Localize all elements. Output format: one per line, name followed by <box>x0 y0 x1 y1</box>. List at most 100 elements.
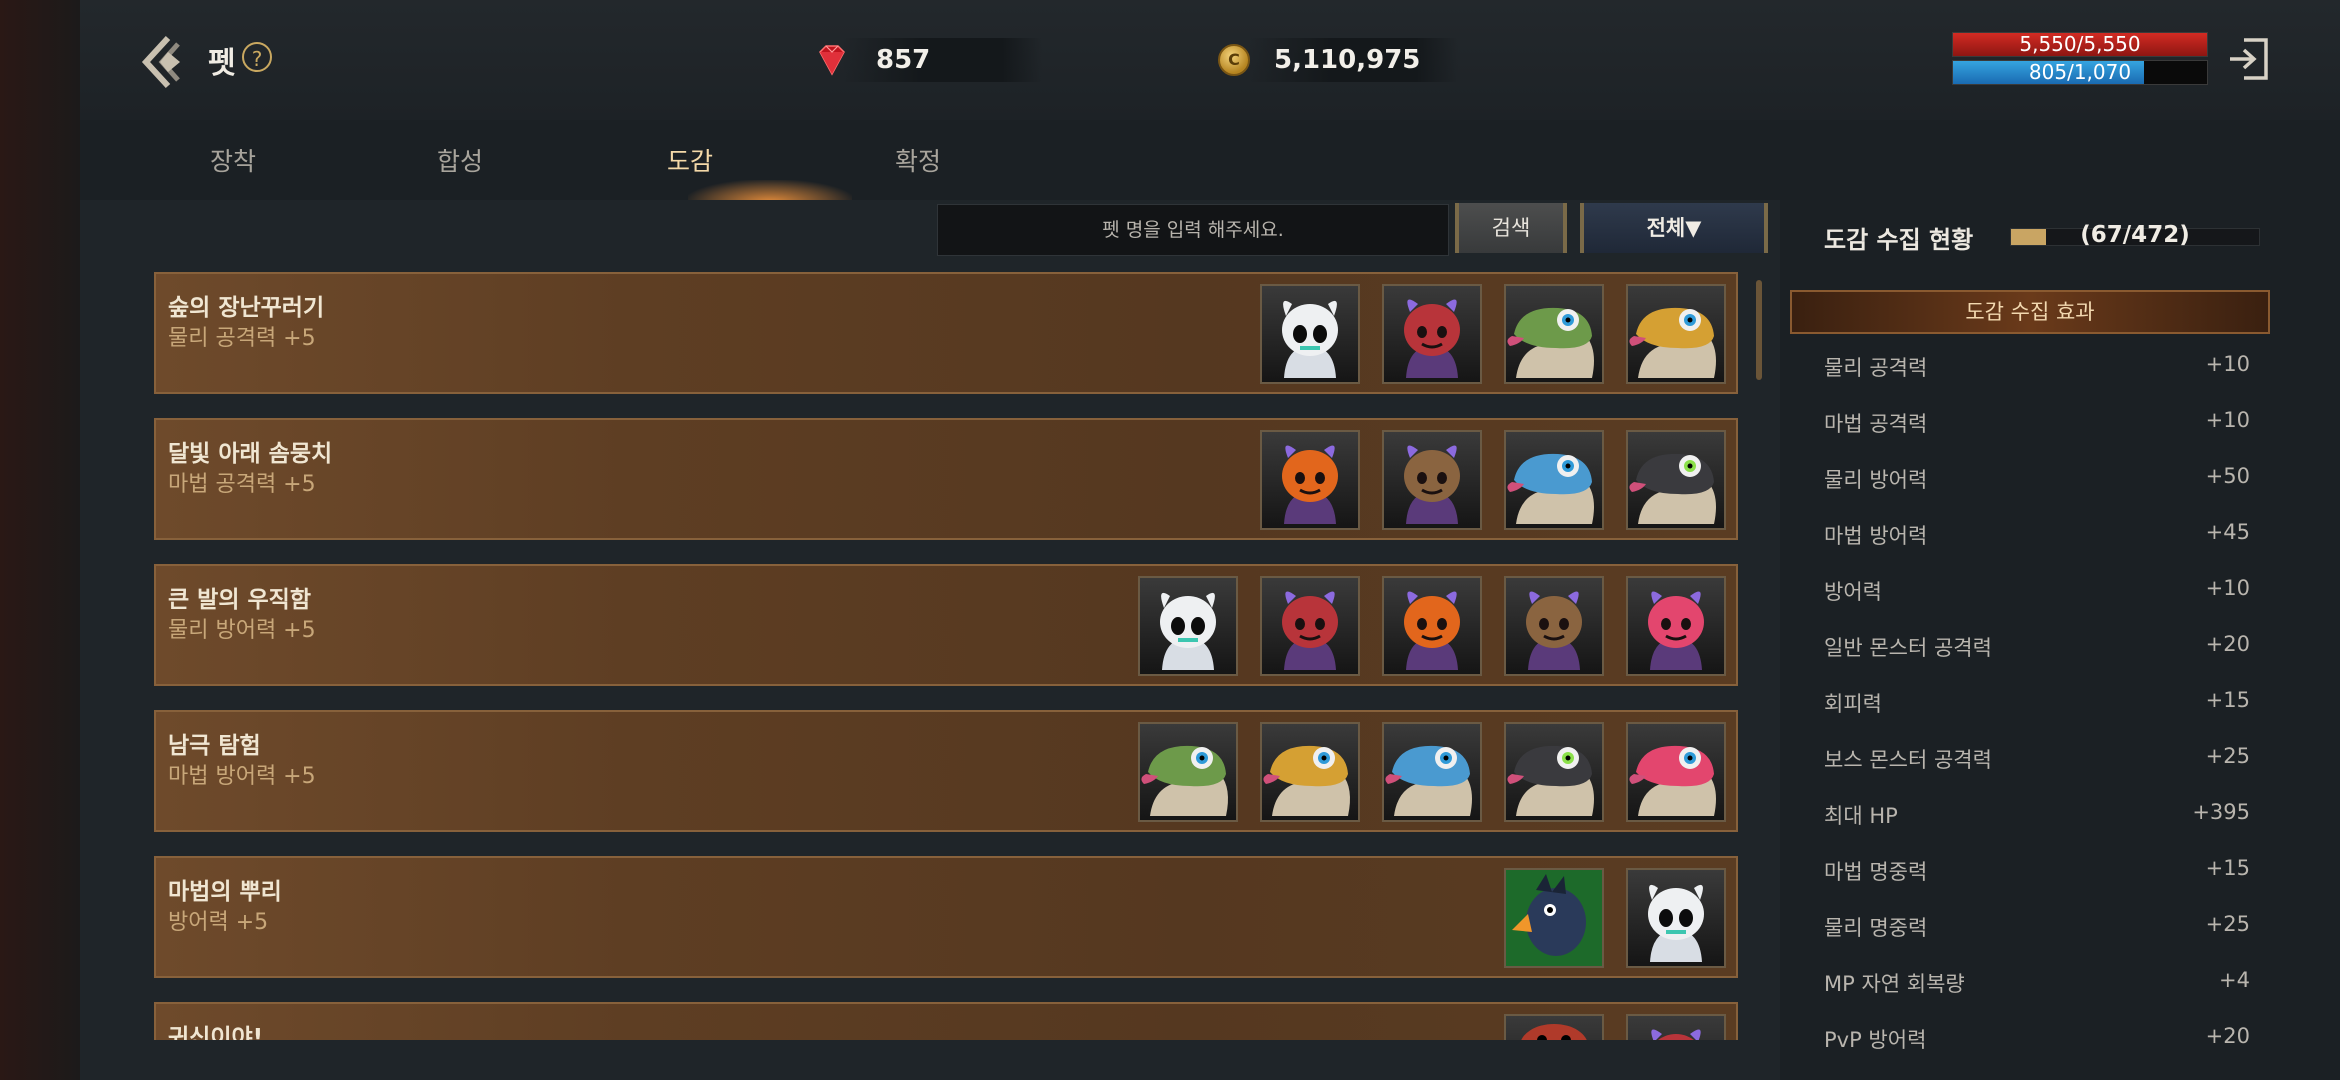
pet-lizard-blue-icon[interactable] <box>1504 430 1604 530</box>
collection-effect-header: 도감 수집 효과 <box>1790 290 2270 334</box>
pet-slot-group <box>1504 868 1726 968</box>
collection-list[interactable]: 숲의 장난꾸러기물리 공격력 +5 달빛 아래 솜뭉치 마법 공격력 +5 큰 발의 … <box>150 272 1740 1040</box>
pet-bird-blue-icon[interactable] <box>1504 868 1604 968</box>
effect-row: 마법 명중력 +15 <box>1824 848 2264 888</box>
pet-skull-white-icon[interactable] <box>1260 284 1360 384</box>
collection-count: (67/472) <box>2080 222 2190 248</box>
active-tab-glow <box>688 180 852 202</box>
tab-collection[interactable]: 도감 <box>590 142 790 178</box>
collection-name: 숲의 장난꾸러기 <box>168 295 325 321</box>
effect-label: 물리 방어력 <box>1824 468 1928 492</box>
page-title: 펫 <box>208 46 236 81</box>
ruby-pill <box>842 38 1042 82</box>
effect-row: 방어력 +10 <box>1824 568 2264 608</box>
effect-label: 마법 방어력 <box>1824 524 1928 548</box>
tab-confirm[interactable]: 확정 <box>818 142 1018 178</box>
collection-card[interactable]: 남극 탐험 마법 방어력 +5 <box>154 710 1738 832</box>
collection-bonus: 물리 방어력 +5 <box>168 618 316 643</box>
effect-label: 물리 명중력 <box>1824 916 1928 940</box>
collection-card[interactable]: 숲의 장난꾸러기물리 공격력 +5 <box>154 272 1738 394</box>
search-button[interactable]: 검색 <box>1455 203 1567 253</box>
pet-devil-plaid-icon[interactable] <box>1626 1014 1726 1040</box>
list-scrollbar[interactable] <box>1756 280 1762 380</box>
effect-row: 물리 명중력 +25 <box>1824 904 2264 944</box>
effect-value: +20 <box>2205 632 2250 656</box>
collection-card[interactable]: 귀신이야! <box>154 1002 1738 1040</box>
effect-row: 물리 공격력 +10 <box>1824 344 2264 384</box>
effect-value: +10 <box>2205 352 2250 376</box>
collection-bonus: 마법 방어력 +5 <box>168 764 316 789</box>
effect-row: PvP 방어력 +20 <box>1824 1016 2264 1056</box>
pet-search-input[interactable] <box>937 204 1449 256</box>
effect-row: 일반 몬스터 공격력 +20 <box>1824 624 2264 664</box>
pet-lizard-dark-icon[interactable] <box>1504 722 1604 822</box>
pet-slot-group <box>1504 1014 1726 1040</box>
collection-bonus: 방어력 +5 <box>168 910 269 935</box>
ruby-gem-icon <box>819 45 845 76</box>
pet-slot-group <box>1260 430 1726 530</box>
pet-skull-white-icon[interactable] <box>1138 576 1238 676</box>
exit-icon[interactable] <box>2228 36 2270 82</box>
collection-name: 달빛 아래 솜뭉치 <box>168 441 333 467</box>
effect-value: +4 <box>2219 968 2250 992</box>
pet-devil-orange-icon[interactable] <box>1382 576 1482 676</box>
collection-card[interactable]: 달빛 아래 솜뭉치 마법 공격력 +5 <box>154 418 1738 540</box>
effect-value: +45 <box>2205 520 2250 544</box>
pet-devil-pink-icon[interactable] <box>1626 576 1726 676</box>
background-left <box>0 0 80 1080</box>
pet-devil-brown-icon[interactable] <box>1504 576 1604 676</box>
filter-dropdown[interactable]: 전체▼ <box>1580 203 1768 253</box>
collection-card[interactable]: 마법의 뿌리 방어력 +5 <box>154 856 1738 978</box>
pet-lizard-blue-icon[interactable] <box>1382 722 1482 822</box>
effect-value: +395 <box>2192 800 2250 824</box>
pet-lizard-yellow-icon[interactable] <box>1626 284 1726 384</box>
pet-devil-plaid-icon[interactable] <box>1260 576 1360 676</box>
pet-crab-red-icon[interactable] <box>1504 1014 1604 1040</box>
collection-name: 귀신이야! <box>168 1025 264 1040</box>
pet-devil-plaid-icon[interactable] <box>1382 284 1482 384</box>
pet-slot-group <box>1138 576 1726 676</box>
hp-text: 5,550/5,550 <box>2019 32 2141 56</box>
effect-row: 마법 방어력 +45 <box>1824 512 2264 552</box>
tab-synthesis[interactable]: 합성 <box>360 142 560 178</box>
back-icon[interactable] <box>140 34 196 90</box>
effect-label: 마법 공격력 <box>1824 412 1928 436</box>
effect-row: 물리 방어력 +50 <box>1824 456 2264 496</box>
mp-bar: 805/1,070 <box>1952 60 2208 85</box>
effect-value: +15 <box>2205 688 2250 712</box>
ruby-currency: 857 <box>812 38 1042 82</box>
effect-label: 방어력 <box>1824 580 1882 604</box>
pet-devil-brown-icon[interactable] <box>1382 430 1482 530</box>
effect-label: 물리 공격력 <box>1824 356 1928 380</box>
collection-status-title: 도감 수집 현황 <box>1824 226 1974 254</box>
effect-label: MP 자연 회복량 <box>1824 972 1965 996</box>
pet-lizard-green-icon[interactable] <box>1138 722 1238 822</box>
mp-text: 805/1,070 <box>2028 60 2132 84</box>
gold-coin-icon: C <box>1218 44 1250 76</box>
effect-label: 최대 HP <box>1824 804 1898 828</box>
tab-equip[interactable]: 장착 <box>133 142 333 178</box>
effect-row: 보스 몬스터 공격력 +25 <box>1824 736 2264 776</box>
effect-value: +25 <box>2205 912 2250 936</box>
effect-label: 보스 몬스터 공격력 <box>1824 748 1992 772</box>
effect-label: 마법 명중력 <box>1824 860 1928 884</box>
effect-value: +10 <box>2205 576 2250 600</box>
effect-row: 회피력 +15 <box>1824 680 2264 720</box>
effect-label: 일반 몬스터 공격력 <box>1824 636 1992 660</box>
collection-bonus: 물리 공격력 +5 <box>168 326 316 351</box>
pet-devil-orange-icon[interactable] <box>1260 430 1360 530</box>
help-icon[interactable]: ? <box>242 42 272 72</box>
ruby-value: 857 <box>876 45 931 75</box>
pet-lizard-dark-icon[interactable] <box>1626 430 1726 530</box>
gold-value: 5,110,975 <box>1274 45 1421 75</box>
pet-slot-group <box>1138 722 1726 822</box>
hp-bar: 5,550/5,550 <box>1952 32 2208 57</box>
pet-slot-group <box>1260 284 1726 384</box>
pet-lizard-yellow-icon[interactable] <box>1260 722 1360 822</box>
effect-label: PvP 방어력 <box>1824 1028 1927 1052</box>
pet-lizard-green-icon[interactable] <box>1504 284 1604 384</box>
pet-lizard-pink-icon[interactable] <box>1626 722 1726 822</box>
pet-skull-white-icon[interactable] <box>1626 868 1726 968</box>
effect-value: +25 <box>2205 744 2250 768</box>
collection-card[interactable]: 큰 발의 우직함 물리 방어력 +5 <box>154 564 1738 686</box>
